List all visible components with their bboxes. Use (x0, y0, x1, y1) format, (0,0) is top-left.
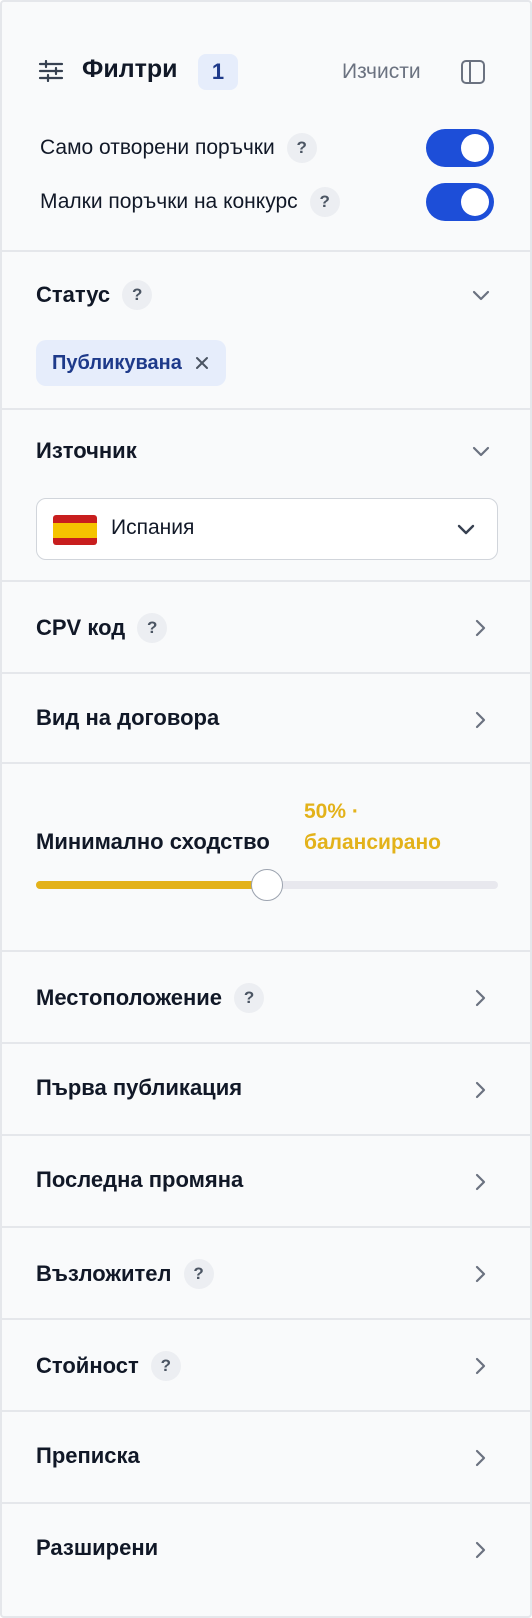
cpv-section-header: CPV код ? (36, 613, 168, 643)
toggle-row-open-tenders: Само отворени поръчки ? (40, 126, 317, 170)
similarity-section: Минимално сходство 50% · балансирано (2, 764, 530, 952)
chevron-right-icon (475, 989, 486, 1007)
value-section-header: Стойност ? (36, 1351, 181, 1381)
cpv-section[interactable]: CPV код ? (2, 582, 530, 674)
help-icon[interactable]: ? (234, 983, 265, 1013)
contract-type-title: Вид на договора (36, 705, 220, 730)
chevron-right-icon (475, 1081, 486, 1099)
source-section-header[interactable]: Източник (36, 438, 137, 464)
similarity-slider-track[interactable] (36, 869, 498, 901)
toggle-knob (461, 188, 489, 216)
chevron-down-icon (457, 524, 475, 535)
help-icon[interactable]: ? (122, 280, 153, 310)
contract-type-section-header: Вид на договора (36, 705, 219, 731)
filters-title: Филтри (82, 55, 178, 83)
value-title: Стойност (36, 1353, 139, 1378)
toggle-knob (461, 134, 489, 162)
similarity-section-header: Минимално сходство (36, 829, 270, 855)
contracting-authority-section[interactable]: Възложител ? (2, 1228, 530, 1320)
filters-panel: Филтри 1 Изчисти Само отворени поръчки ?… (0, 0, 532, 1618)
similarity-value-label: 50% · балансирано (304, 800, 441, 854)
source-title: Източник (36, 438, 137, 463)
contracting-authority-section-header: Възложител ? (36, 1259, 214, 1289)
location-title: Местоположение (36, 985, 223, 1010)
collapse-sidebar-icon[interactable] (460, 59, 486, 85)
first-publication-section[interactable]: Първа публикация (2, 1044, 530, 1136)
status-chip: Публикувана (36, 340, 226, 386)
chevron-right-icon (475, 711, 486, 729)
chevron-right-icon (475, 619, 486, 637)
toggle-label-small-tenders: Малки поръчки на конкурс (40, 190, 298, 213)
chevron-right-icon (475, 1265, 486, 1283)
source-section: Източник Испания (2, 410, 530, 582)
last-change-title: Последна промяна (36, 1167, 244, 1192)
chevron-right-icon (475, 1449, 486, 1467)
status-title: Статус (36, 282, 111, 307)
spain-flag-icon (53, 515, 97, 545)
source-select[interactable]: Испания (36, 498, 498, 560)
correspondence-section[interactable]: Преписка (2, 1412, 530, 1504)
source-selected-value: Испания (111, 516, 195, 539)
help-icon[interactable]: ? (137, 613, 168, 643)
close-icon[interactable] (194, 355, 210, 371)
similarity-slider-thumb[interactable] (251, 869, 283, 901)
clear-filters-button[interactable]: Изчисти (342, 60, 421, 84)
toggle-row-small-tenders: Малки поръчки на конкурс ? (40, 180, 340, 224)
chevron-right-icon (475, 1541, 486, 1559)
location-section[interactable]: Местоположение ? (2, 952, 530, 1044)
help-icon[interactable]: ? (286, 133, 317, 163)
first-publication-section-header: Първа публикация (36, 1075, 242, 1101)
filters-header: Филтри 1 Изчисти Само отворени поръчки ?… (2, 2, 530, 252)
value-section[interactable]: Стойност ? (2, 1320, 530, 1412)
active-filters-count-badge: 1 (198, 54, 238, 90)
contracting-authority-title: Възложител (36, 1261, 172, 1286)
similarity-title: Минимално сходство (36, 829, 270, 854)
chevron-right-icon (475, 1173, 486, 1191)
correspondence-title: Преписка (36, 1443, 140, 1468)
small-tenders-toggle[interactable] (426, 183, 494, 221)
last-change-section[interactable]: Последна промяна (2, 1136, 530, 1228)
advanced-title: Разширени (36, 1535, 159, 1560)
last-change-section-header: Последна промяна (36, 1167, 243, 1193)
cpv-title: CPV код (36, 615, 126, 640)
open-tenders-toggle[interactable] (426, 129, 494, 167)
status-section-header[interactable]: Статус ? (36, 280, 153, 310)
help-icon[interactable]: ? (183, 1259, 214, 1289)
filter-sliders-icon (38, 60, 64, 82)
advanced-section-header: Разширени (36, 1535, 158, 1561)
toggle-label-open-tenders: Само отворени поръчки (40, 136, 275, 159)
status-section: Статус ? Публикувана (2, 252, 530, 410)
help-icon[interactable]: ? (150, 1351, 181, 1381)
advanced-section[interactable]: Разширени (2, 1504, 530, 1596)
location-section-header: Местоположение ? (36, 983, 265, 1013)
contract-type-section[interactable]: Вид на договора (2, 674, 530, 764)
correspondence-section-header: Преписка (36, 1443, 140, 1469)
chevron-right-icon (475, 1357, 486, 1375)
chevron-down-icon[interactable] (470, 441, 492, 463)
chevron-down-icon[interactable] (470, 285, 492, 307)
status-chip-label: Публикувана (52, 351, 182, 374)
help-icon[interactable]: ? (309, 187, 340, 217)
similarity-slider-fill (36, 881, 267, 889)
first-publication-title: Първа публикация (36, 1075, 243, 1100)
